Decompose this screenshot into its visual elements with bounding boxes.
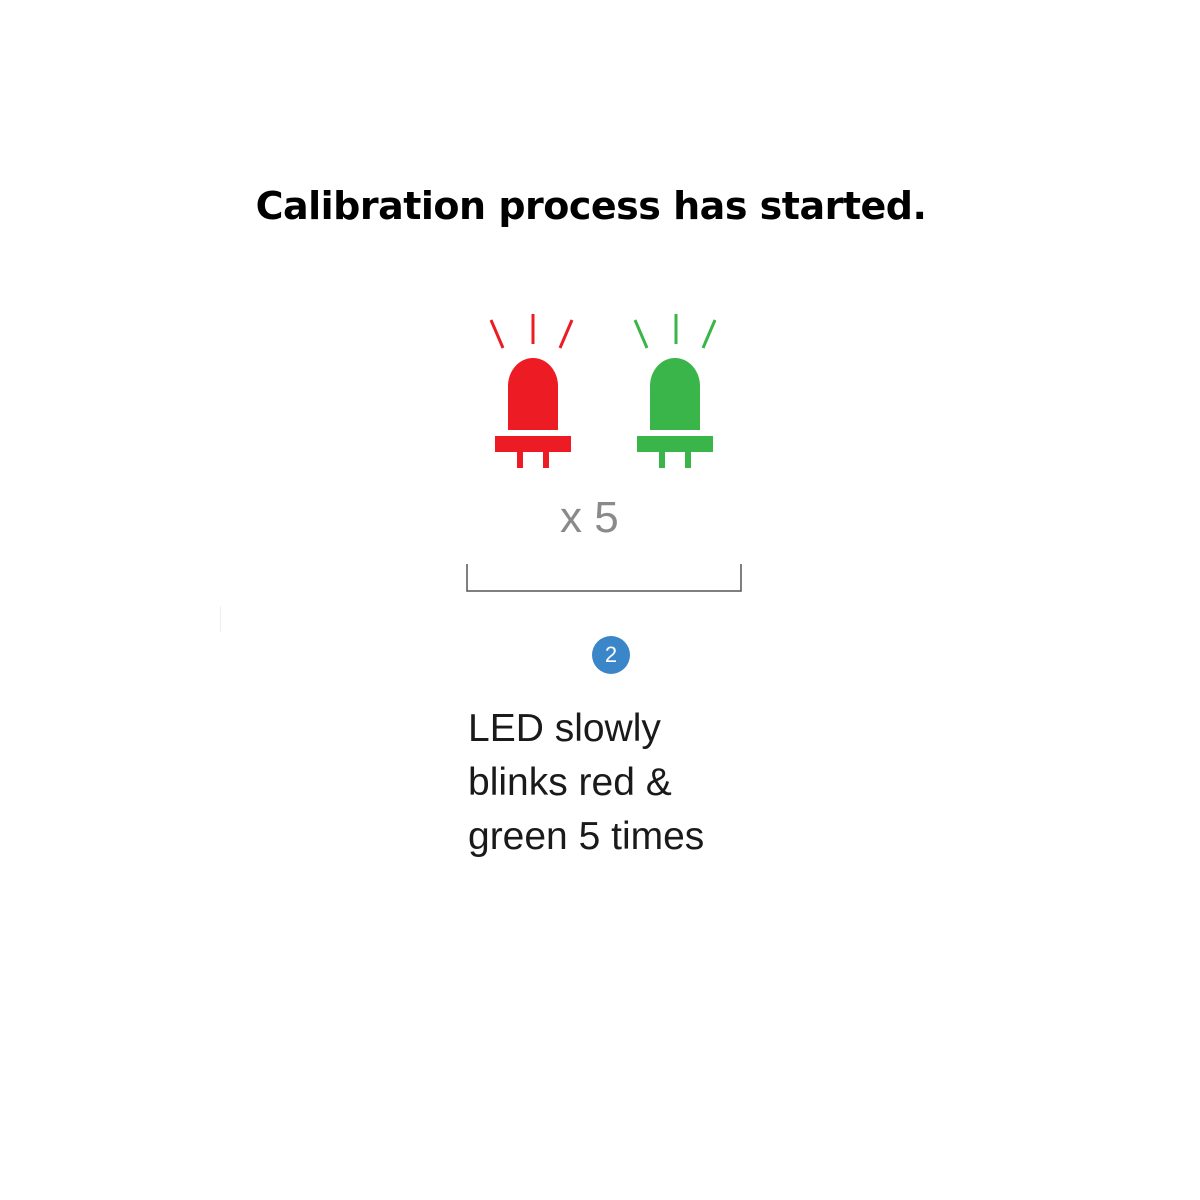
faint-divider xyxy=(220,606,221,632)
description-line: blinks red & xyxy=(468,761,672,804)
description-line: LED slowly xyxy=(468,707,661,750)
led-indicator-diagram xyxy=(489,314,717,468)
step-description: LED slowly blinks red & green 5 times xyxy=(468,702,808,864)
page-title: Calibration process has started. xyxy=(255,184,927,228)
step-number-badge: 2 xyxy=(592,636,630,674)
red-led-icon xyxy=(489,314,574,468)
green-led-icon xyxy=(633,314,717,468)
description-line: green 5 times xyxy=(468,815,705,858)
repeat-count-label: x 5 xyxy=(560,493,619,542)
bracket-divider xyxy=(466,564,742,592)
